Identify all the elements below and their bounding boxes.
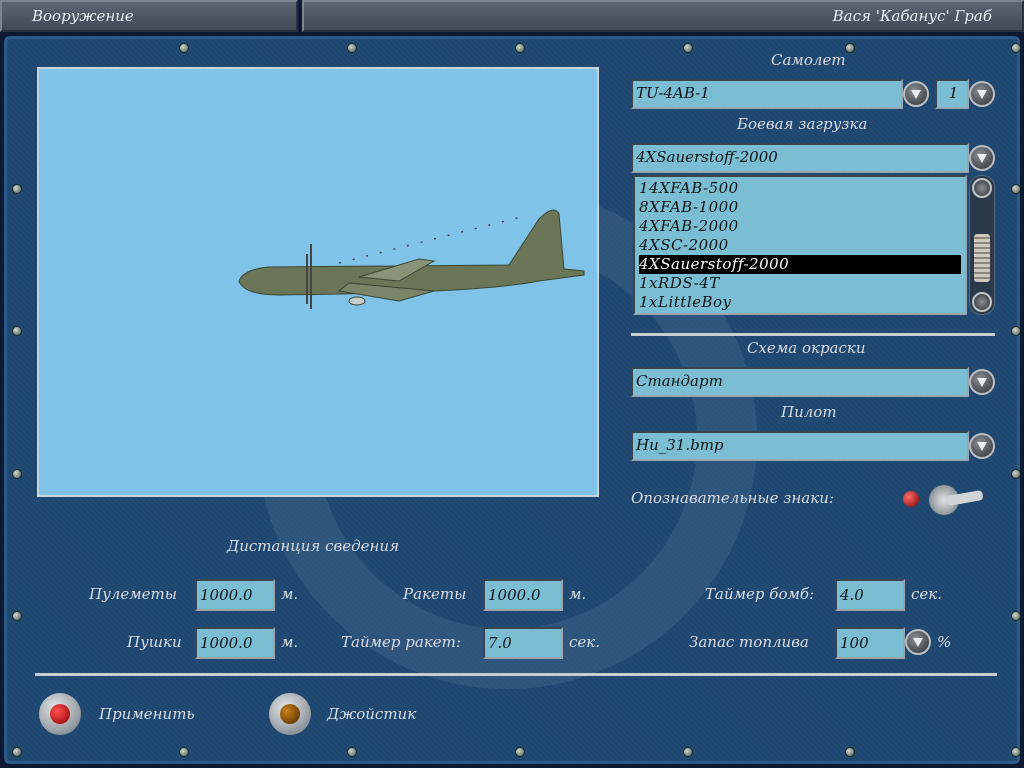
screw-icon [12,326,22,336]
rockets-unit: м. [569,585,587,603]
loadout-dropdown-button[interactable] [969,145,995,171]
screw-icon [12,184,22,194]
screw-icon [1011,611,1021,621]
aircraft-select[interactable]: TU-4AB-1 [631,79,903,109]
paint-label: Схема окраски [747,339,866,357]
aircraft-count-select[interactable]: 1 [935,79,969,109]
apply-button[interactable] [39,693,81,735]
screw-icon [12,469,22,479]
convergence-label: Дистанция сведения [227,537,399,555]
count-dropdown-button[interactable] [969,81,995,107]
screw-icon [683,43,693,53]
mg-label: Пулеметы [89,585,177,603]
screw-icon [683,747,693,757]
loadout-list[interactable]: 14XFAB-500 8XFAB-1000 4XFAB-2000 4XSC-2000 4… [633,175,967,315]
screw-icon [515,747,525,757]
divider [35,673,997,676]
rockets-input[interactable]: 1000.0 [483,579,563,611]
loadout-option[interactable]: 1xLittleBoy [639,293,961,312]
arming-panel: Самолет TU-4AB-1 1 Боевая загрузка 4XSau… [4,36,1021,764]
mg-unit: м. [281,585,299,603]
screw-icon [1011,747,1021,757]
screw-icon [845,43,855,53]
loadout-option[interactable]: 14XFAB-500 [639,179,961,198]
loadout-scrollbar[interactable] [969,175,995,315]
screw-icon [347,747,357,757]
loadout-option[interactable]: 8XFAB-1000 [639,198,961,217]
screw-icon [1011,184,1021,194]
pilot-select[interactable]: Hu_31.bmp [631,431,969,461]
indicator-light-icon [903,491,919,507]
bomb-timer-label: Таймер бомб: [705,585,815,603]
loadout-option[interactable]: 4XSC-2000 [639,236,961,255]
joystick-label[interactable]: Джойстик [327,705,416,723]
cannon-input[interactable]: 1000.0 [195,627,275,659]
fuel-label: Запас топлива [689,633,809,651]
bomb-timer-unit: сек. [911,585,943,603]
screw-icon [515,43,525,53]
screw-icon [12,747,22,757]
aircraft-dropdown-button[interactable] [903,81,929,107]
cannon-label: Пушки [127,633,182,651]
rocket-timer-label: Таймер ракет: [341,633,461,651]
loadout-option[interactable]: 4XSauerstoff-2000 [639,255,961,274]
scroll-thumb[interactable] [974,234,990,282]
loadout-option[interactable]: 4XFAB-2000 [639,217,961,236]
screw-icon [347,43,357,53]
fuel-dropdown-button[interactable] [905,629,931,655]
aircraft-label: Самолет [771,51,846,69]
aircraft-image [238,209,585,309]
markings-toggle[interactable] [899,483,995,523]
rockets-label: Ракеты [403,585,467,603]
rocket-timer-unit: сек. [569,633,601,651]
joystick-button[interactable] [269,693,311,735]
markings-label: Опознавательные знаки: [631,489,834,507]
loadout-select[interactable]: 4XSauerstoff-2000 [631,143,969,173]
fuel-input[interactable]: 100 [835,627,905,659]
screw-icon [179,43,189,53]
loadout-label: Боевая загрузка [737,115,868,133]
screw-icon [1011,43,1021,53]
aircraft-preview[interactable] [37,67,599,497]
scroll-up-button[interactable] [972,178,992,198]
apply-label[interactable]: Применить [99,705,195,723]
fuel-unit: % [937,633,952,651]
screw-icon [179,747,189,757]
paint-dropdown-button[interactable] [969,369,995,395]
screw-icon [845,747,855,757]
rocket-timer-input[interactable]: 7.0 [483,627,563,659]
paint-select[interactable]: Стандарт [631,367,969,397]
pilot-dropdown-button[interactable] [969,433,995,459]
screw-icon [1011,326,1021,336]
pilot-name: Вася 'Кабанус' Граб [302,0,1024,32]
pilot-label: Пилот [781,403,837,421]
divider [631,333,995,336]
mg-input[interactable]: 1000.0 [195,579,275,611]
scroll-down-button[interactable] [972,292,992,312]
bomb-timer-input[interactable]: 4.0 [835,579,905,611]
screen-title: Вооружение [0,0,298,32]
screw-icon [12,611,22,621]
loadout-option[interactable]: 1xRDS-4T [639,274,961,293]
screw-icon [1011,469,1021,479]
cannon-unit: м. [281,633,299,651]
